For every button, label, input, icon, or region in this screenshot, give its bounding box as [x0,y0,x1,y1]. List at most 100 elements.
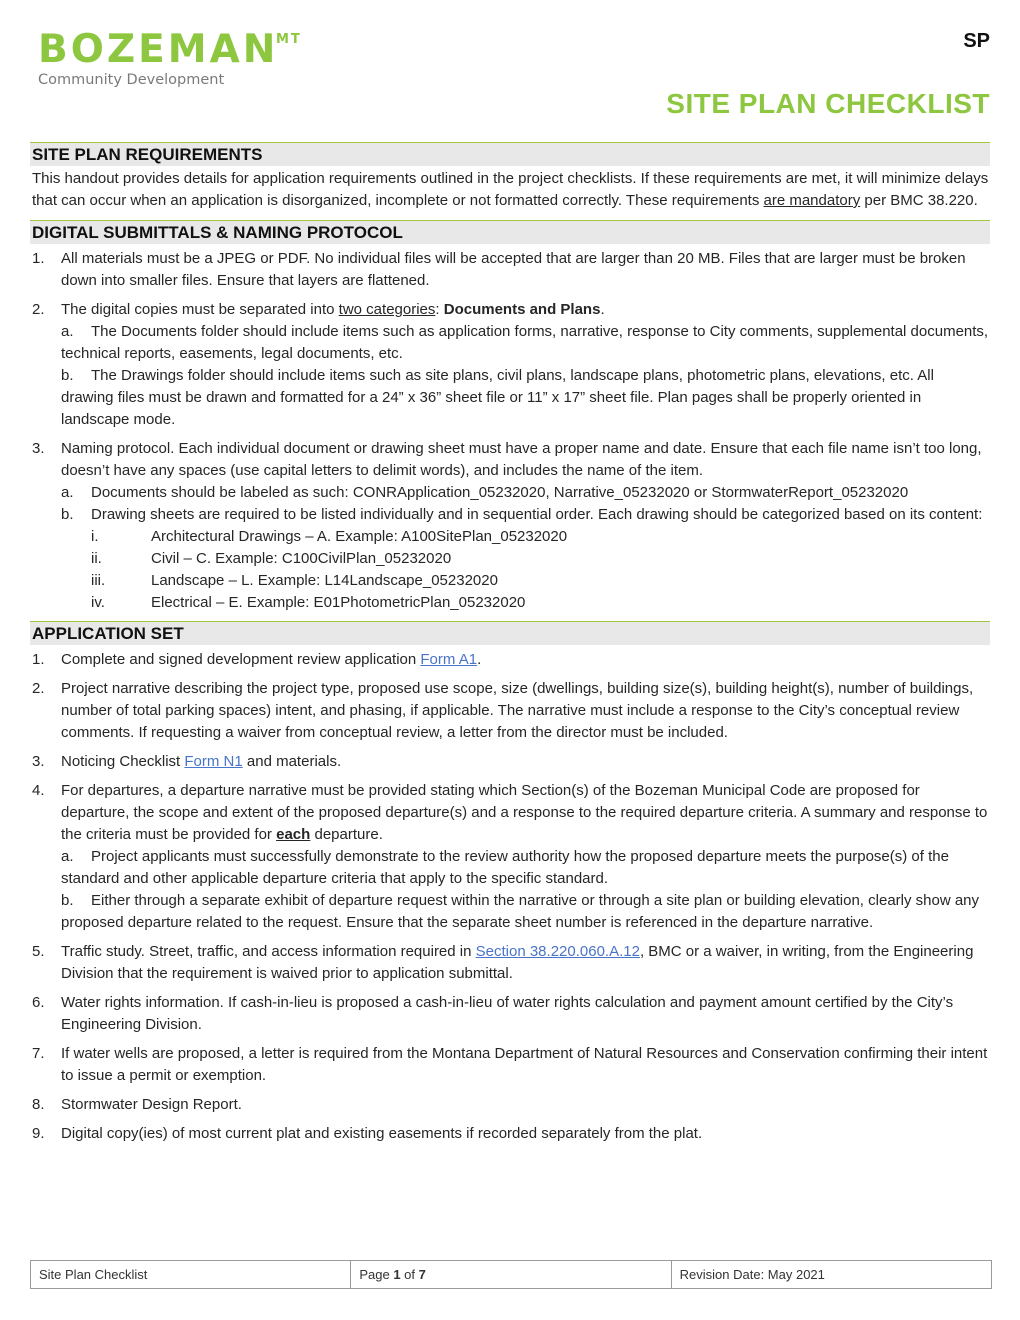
sub-item: b. The Drawings folder should include ite… [61,365,990,431]
sub-text: Project applicants must successfully dem… [61,848,949,887]
roman-numeral: ii. [91,550,102,567]
roman-numeral: iv. [91,594,105,611]
sub-item: a. The Documents folder should include it… [61,321,990,365]
item-text: Complete and signed development review a… [61,651,421,668]
sub-letter: b. [61,892,74,909]
roman-numeral: i. [91,528,99,545]
list-item: 3. Noticing Checklist Form N1 and materi… [30,751,990,773]
emphasis-underline: are mandatory [763,192,861,209]
list-item: 3. Naming protocol. Each individual docu… [30,438,990,614]
sub-letter: b. [61,367,74,384]
sub-item: a. Documents should be labeled as such: C… [61,482,990,504]
item-text: For departures, a departure narrative mu… [61,782,988,843]
list-item: 1. All materials must be a JPEG or PDF. … [30,248,990,292]
sub-letter: a. [61,323,74,340]
list-item: 4. For departures, a departure narrative… [30,780,990,934]
item-number: 3. [32,753,45,770]
footer-page-number: Page 1 of 7 [350,1261,670,1288]
form-n1-link[interactable]: Form N1 [184,753,242,770]
total-pages: 7 [418,1267,426,1282]
roman-item: i. Architectural Drawings – A. Example: A… [61,526,990,548]
item-number: 1. [32,651,45,668]
emphasis-bold: Documents and Plans [443,301,601,318]
text: Page [359,1267,394,1282]
item-number: 2. [32,680,45,697]
sub-text: Either through a separate exhibit of dep… [61,892,980,931]
bozeman-logo: BOZEMAN MT Community Development [38,27,300,89]
roman-text: Civil – C. Example: C100CivilPlan_052320… [151,550,452,567]
logo-subtitle: Community Development [38,72,225,88]
item-number: 9. [32,1125,45,1142]
item-number: 2. [32,301,45,318]
document-code: SP [963,30,990,52]
section-heading-application: APPLICATION SET [30,621,990,645]
item-text: The digital copies must be separated int… [61,301,339,318]
list-item: 7. If water wells are proposed, a letter… [30,1043,990,1087]
item-text: If water wells are proposed, a letter is… [61,1045,988,1084]
footer-doc-name: Site Plan Checklist [39,1267,148,1282]
logo-superscript: MT [276,32,302,47]
sub-text: Documents should be labeled as such: CON… [91,484,909,501]
sub-letter: a. [61,484,74,501]
section-link[interactable]: Section 38.220.060.A.12 [476,943,640,960]
sub-text: The Documents folder should include item… [61,323,989,362]
section-heading-digital: DIGITAL SUBMITTALS & NAMING PROTOCOL [30,220,990,244]
sub-item: a. Project applicants must successfully d… [61,846,990,890]
list-item: 6. Water rights information. If cash-in-… [30,992,990,1036]
list-item: 2. Project narrative describing the proj… [30,678,990,744]
document-body: SITE PLAN REQUIREMENTS This handout prov… [30,138,990,1152]
item-number: 1. [32,250,45,267]
text: . [477,651,482,668]
roman-item: iv. Electrical – E. Example: E01Photometr… [61,592,990,614]
item-number: 6. [32,994,45,1011]
list-item: 9. Digital copy(ies) of most current pla… [30,1123,990,1145]
text: : [435,301,444,318]
roman-item: ii. Civil – C. Example: C100CivilPlan_052… [61,548,990,570]
item-number: 3. [32,440,45,457]
sub-item: b. Drawing sheets are required to be list… [61,504,990,526]
item-text: Naming protocol. Each individual documen… [61,440,982,479]
item-text: Noticing Checklist [61,753,185,770]
roman-numeral: iii. [91,572,106,589]
text: . [600,301,605,318]
roman-text: Architectural Drawings – A. Example: A10… [151,528,568,545]
footer-revision-date: Revision Date: May 2021 [670,1261,991,1288]
application-list: 1. Complete and signed development revie… [30,649,990,1145]
item-text: Digital copy(ies) of most current plat a… [61,1125,703,1142]
sub-text: Drawing sheets are required to be listed… [91,506,983,523]
item-text: Stormwater Design Report. [61,1096,242,1113]
sub-item: b. Either through a separate exhibit of d… [61,890,990,934]
page-title: SITE PLAN CHECKLIST [666,88,990,119]
item-text: Traffic study. Street, traffic, and acce… [61,943,476,960]
emphasis-underline: two categories [338,301,436,318]
item-text: All materials must be a JPEG or PDF. No … [61,250,966,289]
sub-letter: a. [61,848,74,865]
section-heading-requirements: SITE PLAN REQUIREMENTS [30,142,990,166]
item-text: Water rights information. If cash-in-lie… [61,994,954,1033]
sub-text: The Drawings folder should include items… [61,367,934,428]
digital-list: 1. All materials must be a JPEG or PDF. … [30,248,990,614]
text: and materials. [242,753,342,770]
logo-wordmark: BOZEMAN [38,27,279,72]
item-number: 7. [32,1045,45,1062]
page-footer: Site Plan Checklist Page 1 of 7 Revision… [30,1260,992,1289]
requirements-paragraph: This handout provides details for applic… [32,168,990,212]
sub-letter: b. [61,506,74,523]
roman-text: Landscape – L. Example: L14Landscape_052… [151,572,498,589]
roman-text: Electrical – E. Example: E01PhotometricP… [151,594,526,611]
item-number: 5. [32,943,45,960]
list-item: 5. Traffic study. Street, traffic, and a… [30,941,990,985]
item-number: 4. [32,782,45,799]
form-a1-link[interactable]: Form A1 [420,651,477,668]
list-item: 2. The digital copies must be separated … [30,299,990,431]
list-item: 8. Stormwater Design Report. [30,1094,990,1116]
emphasis-bold-underline: each [276,826,311,843]
item-text: Project narrative describing the project… [61,680,974,741]
item-number: 8. [32,1096,45,1113]
current-page: 1 [393,1267,401,1282]
text: per BMC 38.220. [860,192,978,209]
text: departure. [310,826,383,843]
list-item: 1. Complete and signed development revie… [30,649,990,671]
text: of [400,1267,419,1282]
roman-item: iii. Landscape – L. Example: L14Landscape… [61,570,990,592]
